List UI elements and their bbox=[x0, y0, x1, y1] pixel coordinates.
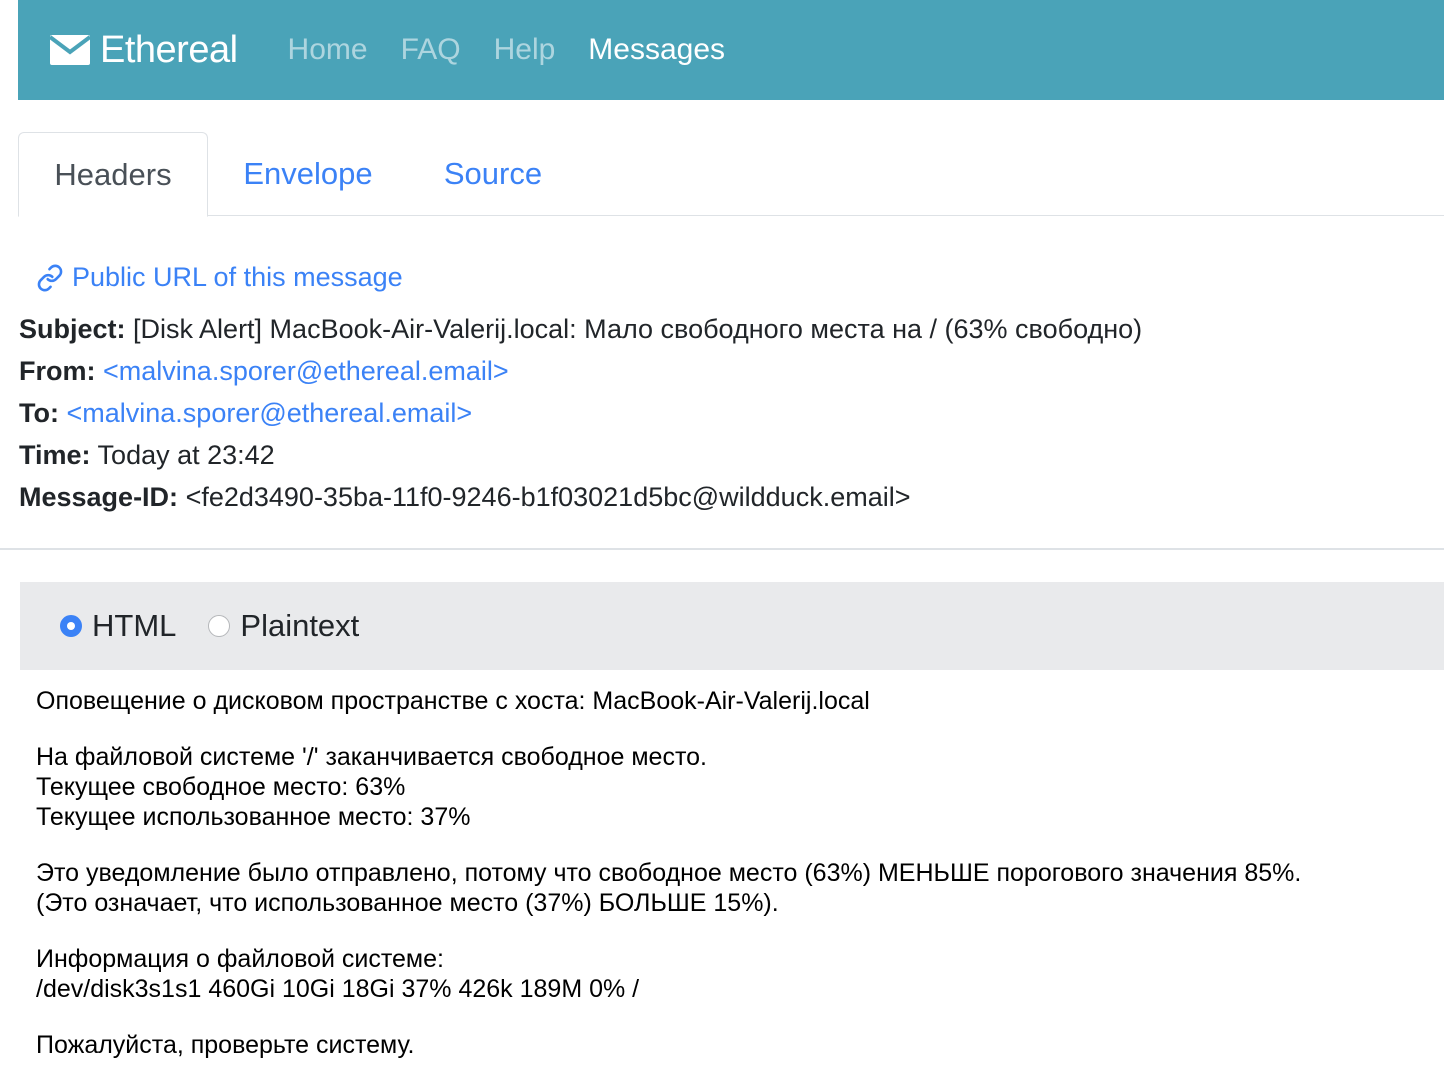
from-address-link[interactable]: <malvina.sporer@ethereal.email> bbox=[103, 356, 509, 386]
body-paragraph: Это уведомление было отправлено, потому … bbox=[36, 858, 1426, 918]
body-line: (Это означает, что использованное место … bbox=[36, 889, 779, 917]
body-line: Пожалуйста, проверьте систему. bbox=[36, 1031, 415, 1059]
body-line: Информация о файловой системе: bbox=[36, 945, 444, 973]
nav-link-home[interactable]: Home bbox=[288, 33, 368, 67]
brand[interactable]: Ethereal bbox=[48, 28, 238, 72]
header-message-id: Message-ID: <fe2d3490-35ba-11f0-9246-b1f… bbox=[19, 482, 911, 513]
body-paragraph: Оповещение о дисковом пространстве с хос… bbox=[36, 686, 1426, 716]
message-body: Оповещение о дисковом пространстве с хос… bbox=[36, 686, 1426, 1086]
radio-html-indicator[interactable] bbox=[60, 615, 82, 637]
header-to: To: <malvina.sporer@ethereal.email> bbox=[19, 398, 472, 429]
subject-value: [Disk Alert] MacBook-Air-Valerij.local: … bbox=[133, 314, 1143, 344]
divider bbox=[0, 548, 1444, 550]
body-paragraph: Пожалуйста, проверьте систему. bbox=[36, 1030, 1426, 1060]
body-line: Текущее использованное место: 37% bbox=[36, 803, 471, 831]
message-id-value: <fe2d3490-35ba-11f0-9246-b1f03021d5bc@wi… bbox=[185, 482, 911, 512]
header-time: Time: Today at 23:42 bbox=[19, 440, 275, 471]
nav-link-messages[interactable]: Messages bbox=[588, 33, 725, 67]
brand-name: Ethereal bbox=[100, 28, 238, 71]
body-line: Текущее свободное место: 63% bbox=[36, 773, 406, 801]
public-url-link[interactable]: Public URL of this message bbox=[36, 262, 403, 293]
public-url-label: Public URL of this message bbox=[72, 262, 403, 292]
radio-plaintext-indicator[interactable] bbox=[208, 615, 231, 637]
top-navbar: Ethereal Home FAQ Help Messages bbox=[18, 0, 1444, 100]
body-line: Это уведомление было отправлено, потому … bbox=[36, 859, 1302, 887]
nav-link-faq[interactable]: FAQ bbox=[401, 33, 461, 67]
body-paragraph: Информация о файловой системе: /dev/disk… bbox=[36, 944, 1426, 1004]
body-line: На файловой системе '/' заканчивается св… bbox=[36, 743, 707, 771]
main-nav: Home FAQ Help Messages bbox=[288, 33, 758, 67]
time-label: Time: bbox=[19, 440, 91, 470]
format-radio-group: HTML Plaintext bbox=[60, 608, 391, 644]
header-subject: Subject: [Disk Alert] MacBook-Air-Valeri… bbox=[19, 314, 1142, 345]
from-label: From: bbox=[19, 356, 96, 386]
tab-headers[interactable]: Headers bbox=[18, 132, 208, 217]
tab-envelope[interactable]: Envelope bbox=[238, 132, 378, 216]
time-value: Today at 23:42 bbox=[97, 440, 275, 470]
message-tabs: Headers Envelope Source bbox=[18, 132, 1444, 217]
tab-source[interactable]: Source bbox=[438, 132, 548, 216]
radio-plaintext[interactable]: Plaintext bbox=[208, 608, 359, 644]
body-paragraph: На файловой системе '/' заканчивается св… bbox=[36, 742, 1426, 832]
subject-label: Subject: bbox=[19, 314, 126, 344]
format-selector: HTML Plaintext bbox=[20, 582, 1444, 670]
to-label: To: bbox=[19, 398, 59, 428]
header-from: From: <malvina.sporer@ethereal.email> bbox=[19, 356, 509, 387]
radio-plaintext-label: Plaintext bbox=[240, 608, 360, 643]
envelope-icon bbox=[48, 35, 92, 65]
to-address-link[interactable]: <malvina.sporer@ethereal.email> bbox=[67, 398, 473, 428]
body-line: /dev/disk3s1s1 460Gi 10Gi 18Gi 37% 426k … bbox=[36, 975, 640, 1003]
message-id-label: Message-ID: bbox=[19, 482, 179, 512]
radio-html-label: HTML bbox=[92, 608, 177, 643]
radio-html[interactable]: HTML bbox=[60, 608, 176, 644]
link-icon bbox=[36, 264, 64, 292]
body-line: Оповещение о дисковом пространстве с хос… bbox=[36, 687, 870, 715]
nav-link-help[interactable]: Help bbox=[494, 33, 556, 67]
